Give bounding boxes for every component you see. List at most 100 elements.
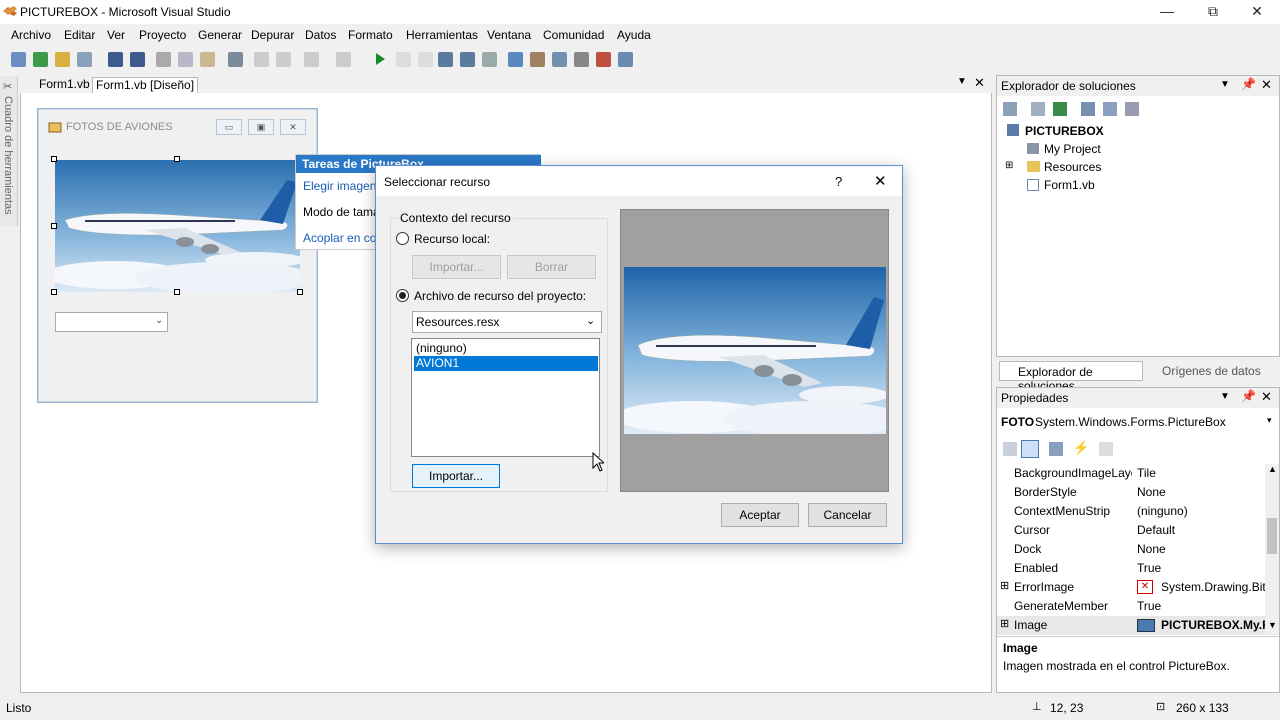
- properties-icon[interactable]: [552, 52, 567, 67]
- class-diagram-icon[interactable]: [1125, 102, 1139, 116]
- scroll-thumb[interactable]: [1267, 518, 1277, 554]
- property-row[interactable]: Cursor Default: [997, 521, 1279, 540]
- pause-icon[interactable]: [396, 52, 411, 67]
- scroll-up-icon[interactable]: ▲: [1268, 464, 1277, 474]
- menu-formato[interactable]: Formato: [348, 28, 393, 42]
- list-item-selected[interactable]: AVION1: [414, 356, 598, 371]
- add-new-item-icon[interactable]: [77, 52, 92, 67]
- property-row[interactable]: Dock None: [997, 540, 1279, 559]
- menu-archivo[interactable]: Archivo: [11, 28, 51, 42]
- project-resource-radio[interactable]: [396, 289, 409, 302]
- resize-handle[interactable]: [174, 156, 180, 162]
- local-resource-radio[interactable]: [396, 232, 409, 245]
- tree-form1[interactable]: Form1.vb: [1044, 178, 1095, 192]
- resize-handle[interactable]: [174, 289, 180, 295]
- menu-generar[interactable]: Generar: [198, 28, 242, 42]
- property-row-selected[interactable]: ⊞ Image PICTUREBOX.My.Re: [997, 616, 1279, 635]
- step-into-icon[interactable]: [438, 52, 453, 67]
- import-local-button[interactable]: Importar...: [412, 255, 501, 279]
- step-over-icon[interactable]: [460, 52, 475, 67]
- tab-form1-design[interactable]: Form1.vb [Diseño]: [92, 77, 199, 93]
- property-row[interactable]: ⊞ ErrorImage System.Drawing.Bitm ✕: [997, 578, 1279, 597]
- undo-icon[interactable]: [304, 52, 319, 67]
- events-icon[interactable]: ⚡: [1073, 440, 1089, 456]
- property-row[interactable]: Enabled True: [997, 559, 1279, 578]
- properties-view-icon[interactable]: [1049, 442, 1063, 456]
- menu-herramientas[interactable]: Herramientas: [406, 28, 478, 42]
- resize-handle[interactable]: [297, 289, 303, 295]
- find-icon[interactable]: [508, 52, 523, 67]
- scroll-down-icon[interactable]: ▼: [1268, 620, 1277, 630]
- expand-icon[interactable]: ⊞: [1000, 579, 1009, 592]
- pin-icon[interactable]: 📌: [1241, 389, 1256, 403]
- categorized-icon[interactable]: [1003, 442, 1017, 456]
- cancel-button[interactable]: Cancelar: [808, 503, 887, 527]
- view-code-icon[interactable]: [1081, 102, 1095, 116]
- maximize-button[interactable]: ⧉: [1190, 0, 1236, 24]
- stop-icon[interactable]: [418, 52, 433, 67]
- picturebox-control[interactable]: [55, 160, 300, 292]
- menu-datos[interactable]: Datos: [305, 28, 336, 42]
- dialog-close-button[interactable]: ✕: [874, 172, 887, 190]
- paste-icon[interactable]: [200, 52, 215, 67]
- add-item-icon[interactable]: [33, 52, 48, 67]
- list-item[interactable]: (ninguno): [414, 341, 598, 356]
- tab-data-sources[interactable]: Orígenes de datos: [1146, 364, 1261, 378]
- tools-icon[interactable]: [574, 52, 589, 67]
- property-row[interactable]: BorderStyle None: [997, 483, 1279, 502]
- step-out-icon[interactable]: [482, 52, 497, 67]
- open-folder-icon[interactable]: [55, 52, 70, 67]
- dock-link[interactable]: Acoplar en cor: [303, 231, 380, 245]
- resize-handle[interactable]: [51, 289, 57, 295]
- comment-icon[interactable]: [254, 52, 269, 67]
- pin-icon[interactable]: 📌: [1241, 77, 1256, 91]
- refresh-icon[interactable]: [1053, 102, 1067, 116]
- start-debug-icon[interactable]: [374, 52, 386, 66]
- menu-ayuda[interactable]: Ayuda: [617, 28, 651, 42]
- resource-list[interactable]: (ninguno) AVION1: [411, 338, 600, 457]
- ok-button[interactable]: Aceptar: [721, 503, 799, 527]
- toolbox-strip[interactable]: ✂ Cuadro de herramientas: [0, 76, 18, 226]
- close-tab-icon[interactable]: ✕: [974, 75, 985, 91]
- property-row[interactable]: ContextMenuStrip (ninguno): [997, 502, 1279, 521]
- properties-tool-icon[interactable]: [1003, 102, 1017, 116]
- save-all-icon[interactable]: [130, 52, 145, 67]
- print-icon[interactable]: [228, 52, 243, 67]
- uncomment-icon[interactable]: [276, 52, 291, 67]
- menu-comunidad[interactable]: Comunidad: [543, 28, 604, 42]
- close-window-button[interactable]: ✕: [1234, 0, 1280, 24]
- menu-ventana[interactable]: Ventana: [487, 28, 531, 42]
- form-combobox[interactable]: ⌄: [55, 312, 168, 332]
- tree-my-project[interactable]: My Project: [1044, 142, 1101, 156]
- copy-icon[interactable]: [178, 52, 193, 67]
- object-selector[interactable]: FOTO System.Windows.Forms.PictureBox ▾: [997, 412, 1279, 432]
- choose-image-link[interactable]: Elegir imagen: [303, 179, 376, 193]
- resx-select[interactable]: Resources.resx ⌄: [412, 311, 602, 333]
- pane-dropdown-icon[interactable]: ▼: [1220, 391, 1230, 402]
- solution-explorer-icon[interactable]: [530, 52, 545, 67]
- properties-scrollbar[interactable]: ▲ ▼: [1265, 464, 1279, 634]
- tab-form1-code[interactable]: Form1.vb: [39, 77, 90, 93]
- expand-icon[interactable]: ⊞: [1005, 160, 1013, 171]
- menu-depurar[interactable]: Depurar: [251, 28, 294, 42]
- redo-icon[interactable]: [336, 52, 351, 67]
- new-project-icon[interactable]: [11, 52, 26, 67]
- minimize-button[interactable]: —: [1144, 0, 1190, 24]
- resize-handle[interactable]: [51, 156, 57, 162]
- import-button[interactable]: Importar...: [412, 464, 500, 488]
- tab-dropdown-icon[interactable]: ▼: [957, 76, 967, 87]
- help-button[interactable]: ?: [835, 174, 842, 189]
- resize-handle[interactable]: [51, 223, 57, 229]
- alphabetical-icon[interactable]: [1021, 440, 1039, 458]
- menu-editar[interactable]: Editar: [64, 28, 95, 42]
- tab-solution-explorer[interactable]: Explorador de soluciones: [999, 361, 1143, 393]
- property-pages-icon[interactable]: [1099, 442, 1113, 456]
- show-all-files-icon[interactable]: [1031, 102, 1045, 116]
- save-icon[interactable]: [108, 52, 123, 67]
- view-designer-icon[interactable]: [1103, 102, 1117, 116]
- menu-proyecto[interactable]: Proyecto: [139, 28, 186, 42]
- cut-icon[interactable]: [156, 52, 171, 67]
- menu-ver[interactable]: Ver: [107, 28, 125, 42]
- close-pane-icon[interactable]: ✕: [1261, 77, 1272, 93]
- toolbox-icon[interactable]: [596, 52, 611, 67]
